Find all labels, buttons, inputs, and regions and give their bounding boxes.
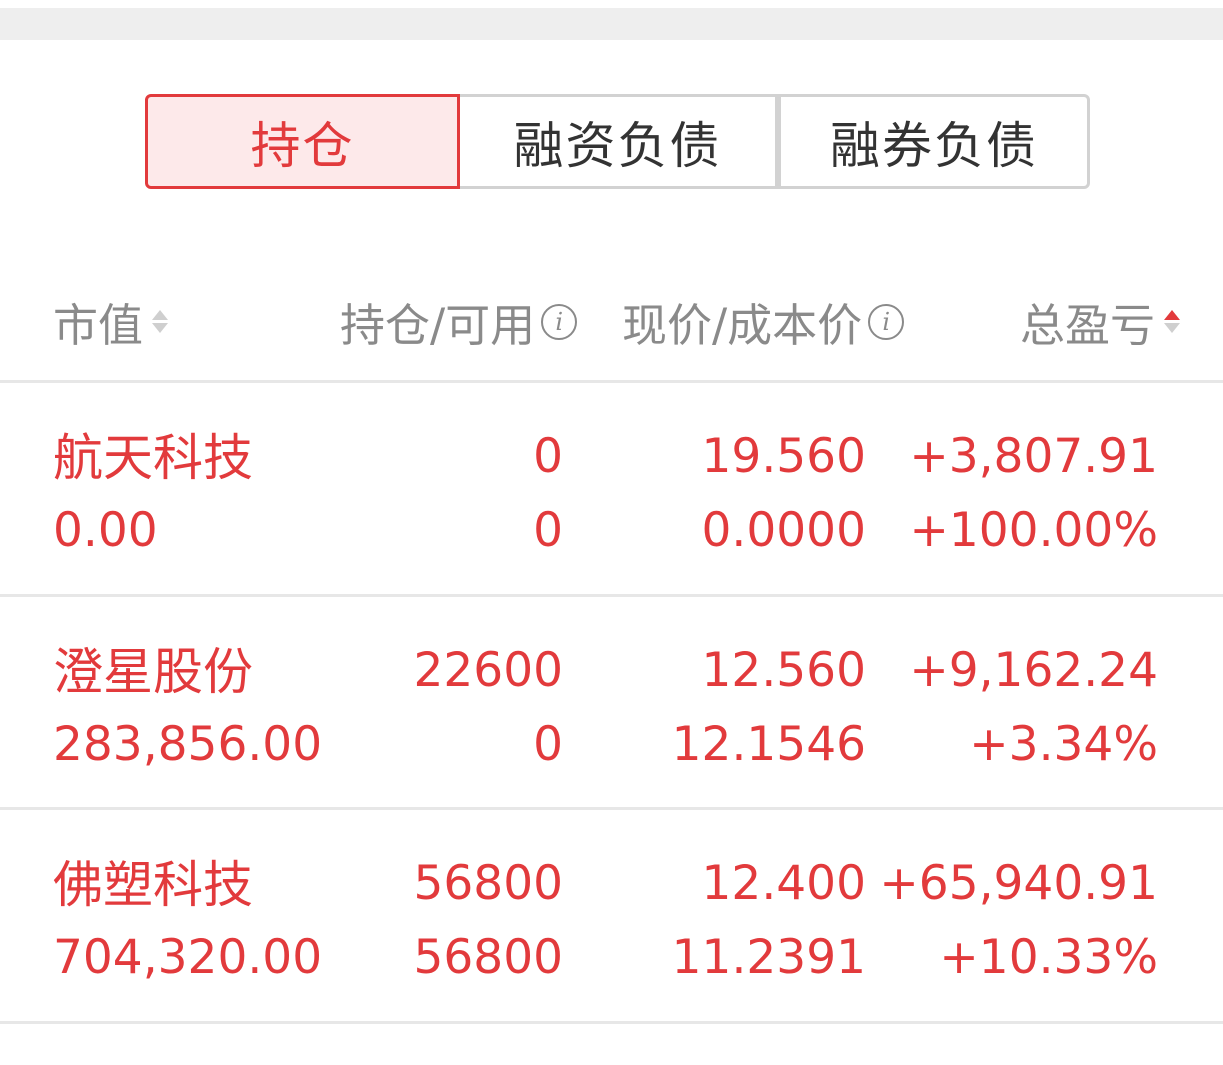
header-price-cost-label: 现价/成本价 <box>622 299 863 352</box>
stock-name: 航天科技 <box>53 429 253 487</box>
header-market-value-label: 市值 <box>53 299 144 352</box>
divider <box>0 1021 1223 1024</box>
current-price: 12.560 <box>701 643 866 698</box>
total-pl: +65,940.91 <box>879 856 1158 911</box>
header-holding-available-label: 持仓/可用 <box>340 299 536 352</box>
info-icon[interactable]: i <box>868 303 905 340</box>
divider <box>0 380 1223 383</box>
total-pl-percent: +100.00% <box>909 503 1159 558</box>
stock-name: 佛塑科技 <box>53 856 253 914</box>
available-qty: 0 <box>533 503 563 558</box>
available-qty: 56800 <box>413 930 563 985</box>
holding-qty: 56800 <box>413 856 563 911</box>
header-total-pl-label: 总盈亏 <box>1019 299 1155 352</box>
column-header: 市值 持仓/可用 i 现价/成本价 i 总盈亏 <box>0 275 1223 355</box>
table-row[interactable]: 航天科技 0.00 0 0 19.560 0.0000 +3,807.91 +1… <box>0 385 1223 595</box>
table-row[interactable]: 澄星股份 283,856.00 22600 0 12.560 12.1546 +… <box>0 599 1223 809</box>
cost-price: 0.0000 <box>701 503 866 558</box>
holding-qty: 0 <box>533 429 563 484</box>
sort-icon[interactable] <box>149 310 171 333</box>
cost-price: 12.1546 <box>671 717 866 772</box>
info-icon[interactable]: i <box>541 303 578 340</box>
current-price: 19.560 <box>701 429 866 484</box>
divider <box>0 807 1223 810</box>
total-pl-percent: +10.33% <box>939 930 1158 985</box>
market-value: 0.00 <box>53 503 158 558</box>
tab-holdings[interactable]: 持仓 <box>145 94 460 189</box>
tab-securities-lending-debt[interactable]: 融券负债 <box>778 94 1090 189</box>
market-value: 704,320.00 <box>53 930 323 985</box>
header-holding-available: 持仓/可用 i <box>340 289 578 354</box>
header-price-cost: 现价/成本价 i <box>622 289 905 354</box>
total-pl-percent: +3.34% <box>969 717 1158 772</box>
total-pl: +9,162.24 <box>909 643 1158 698</box>
divider <box>0 594 1223 597</box>
sort-icon[interactable] <box>1161 310 1183 333</box>
stock-name: 澄星股份 <box>53 643 253 701</box>
current-price: 12.400 <box>701 856 866 911</box>
total-pl: +3,807.91 <box>909 429 1158 484</box>
table-row[interactable]: 佛塑科技 704,320.00 56800 56800 12.400 11.23… <box>0 812 1223 1022</box>
cost-price: 11.2391 <box>671 930 866 985</box>
tab-margin-financing-debt[interactable]: 融资负债 <box>460 94 778 189</box>
header-total-pl[interactable]: 总盈亏 <box>1020 289 1183 354</box>
holding-qty: 22600 <box>413 643 563 698</box>
header-market-value[interactable]: 市值 <box>53 289 171 354</box>
position-tabs: 持仓 融资负债 融券负债 <box>145 94 1090 189</box>
market-value: 283,856.00 <box>53 717 323 772</box>
available-qty: 0 <box>533 717 563 772</box>
top-separator-band <box>0 0 1223 40</box>
